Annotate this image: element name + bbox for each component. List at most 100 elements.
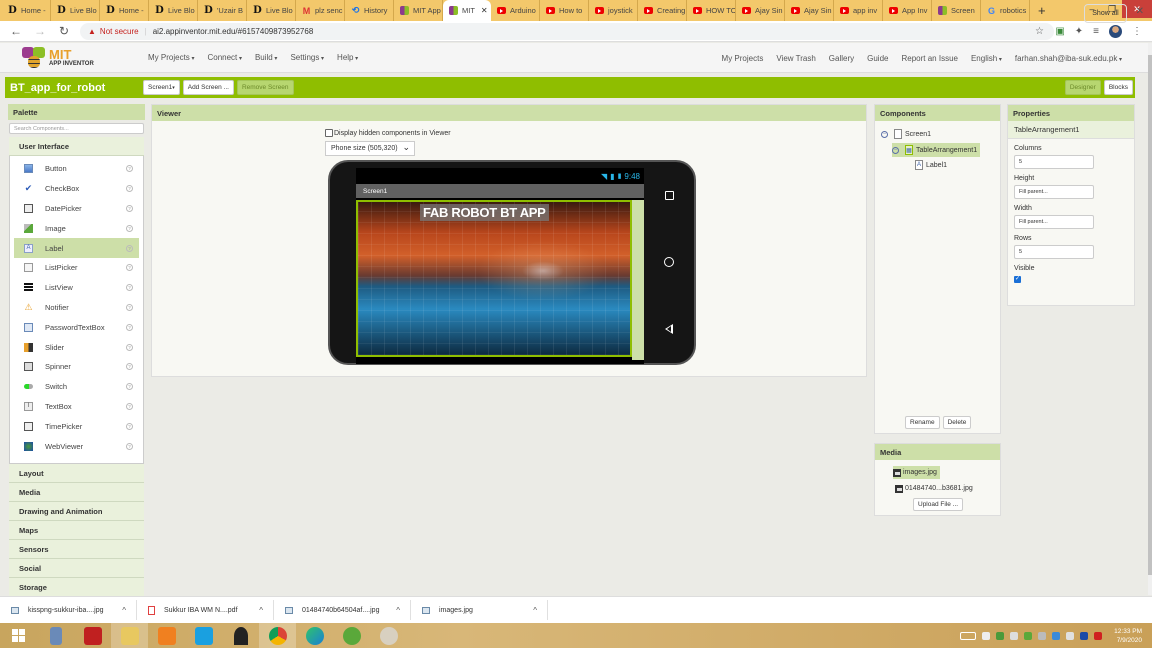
antivirus-icon[interactable] <box>1094 631 1103 640</box>
palette-item-checkbox[interactable]: ✔ CheckBox? <box>14 179 139 199</box>
palette-item-textbox[interactable]: I TextBox? <box>14 397 139 417</box>
utorrent-tray-icon[interactable] <box>1024 631 1033 640</box>
tree-node-tablearrangement1[interactable]: − ▦ TableArrangement1 <box>892 143 981 157</box>
browser-tab[interactable]: D Home - <box>100 0 149 21</box>
bluetooth-icon[interactable] <box>1080 631 1089 640</box>
palette-item-switch[interactable]: Switch? <box>14 377 139 397</box>
palette-item-notifier[interactable]: ⚠ Notifier? <box>14 298 139 318</box>
browser-tab[interactable]: joystick <box>589 0 638 21</box>
category-social[interactable]: Social <box>9 559 144 578</box>
browser-tab[interactable]: Screen <box>932 0 981 21</box>
height-input[interactable]: Fill parent... <box>1014 185 1094 199</box>
columns-input[interactable]: 5 <box>1014 155 1094 169</box>
menu-help[interactable]: Help <box>337 53 358 62</box>
collapse-icon[interactable]: − <box>881 130 888 138</box>
help-icon[interactable]: ? <box>126 244 133 252</box>
download-item[interactable]: Sukkur IBA WM N....pdf ^ <box>137 600 274 620</box>
taskbar-utorrent[interactable] <box>333 623 370 648</box>
help-icon[interactable]: ? <box>126 442 133 450</box>
url-input[interactable]: ▲ Not secure | ai2.appinventor.mit.edu/#… <box>80 22 1054 40</box>
browser-tab[interactable]: Arduino <box>491 0 540 21</box>
rows-input[interactable]: 5 <box>1014 245 1094 259</box>
menu-build[interactable]: Build <box>255 53 277 62</box>
reload-button[interactable]: ↻ <box>56 24 72 38</box>
taskbar-solidworks[interactable] <box>74 623 111 648</box>
palette-item-listview[interactable]: ListView? <box>14 278 139 298</box>
taskbar-calculator[interactable] <box>37 623 74 648</box>
show-all-button[interactable]: Show all <box>1084 4 1127 23</box>
new-tab-button[interactable]: + <box>1038 3 1046 18</box>
profile-avatar[interactable] <box>1109 24 1122 38</box>
add-screen-button[interactable]: Add Screen ... <box>182 80 234 95</box>
tray-app-icon[interactable] <box>1038 631 1047 640</box>
link-my-projects[interactable]: My Projects <box>722 54 764 63</box>
browser-tab[interactable]: Ajay Sin <box>785 0 834 21</box>
category-drawing-and-animation[interactable]: Drawing and Animation <box>9 502 144 521</box>
download-item[interactable]: kisspng-sukkur-iba....jpg ^ <box>0 600 137 620</box>
palette-item-webviewer[interactable]: WebViewer? <box>14 436 139 456</box>
help-icon[interactable]: ? <box>126 204 133 212</box>
menu-settings[interactable]: Settings <box>290 53 324 62</box>
security-label[interactable]: Not secure <box>100 27 139 36</box>
browser-tab[interactable]: D Live Blo <box>247 0 296 21</box>
link-view-trash[interactable]: View Trash <box>776 54 815 63</box>
browser-tab[interactable]: Ajay Sin <box>736 0 785 21</box>
reading-list-icon[interactable]: ≡ <box>1093 26 1099 37</box>
width-input[interactable]: Fill parent... <box>1014 215 1094 229</box>
action-center-flag-icon[interactable] <box>1066 631 1075 640</box>
account-menu[interactable]: farhan.shah@iba-suk.edu.pk <box>1015 54 1122 63</box>
download-item[interactable]: images.jpg ^ <box>411 600 548 620</box>
media-file-images-jpg[interactable]: images.jpg <box>893 466 940 479</box>
wifi-off-icon[interactable] <box>1010 631 1019 640</box>
extension-icon[interactable]: ▣ <box>1055 26 1064 37</box>
taskbar-paint[interactable] <box>370 623 407 648</box>
browser-tab[interactable]: Grobotics <box>981 0 1030 21</box>
forward-button[interactable]: → <box>32 24 48 38</box>
browser-tab[interactable]: D Live Blo <box>51 0 100 21</box>
link-gallery[interactable]: Gallery <box>829 54 854 63</box>
taskbar-inkscape[interactable] <box>222 623 259 648</box>
page-scrollbar[interactable] <box>1148 43 1152 595</box>
chevron-up-icon[interactable]: ^ <box>122 606 126 615</box>
palette-item-label[interactable]: A Label? <box>14 238 139 258</box>
tree-node-label1[interactable]: A Label1 <box>915 158 947 172</box>
taskbar-file-explorer[interactable] <box>111 623 148 648</box>
palette-item-passwordtextbox[interactable]: PasswordTextBox? <box>14 317 139 337</box>
extensions-puzzle-icon[interactable]: ✦ <box>1075 26 1083 37</box>
chevron-up-icon[interactable]: ^ <box>533 606 537 615</box>
media-file-01484740[interactable]: 01484740...b3681.jpg <box>895 482 973 495</box>
help-icon[interactable]: ? <box>126 185 133 193</box>
category-storage[interactable]: Storage <box>9 578 144 597</box>
browser-tab[interactable]: Mplz senc <box>296 0 345 21</box>
palette-item-listpicker[interactable]: ListPicker? <box>14 258 139 278</box>
browser-tab[interactable]: App Inv <box>883 0 932 21</box>
browser-tab[interactable]: app inv <box>834 0 883 21</box>
category-maps[interactable]: Maps <box>9 521 144 540</box>
blocks-button[interactable]: Blocks <box>1103 80 1133 95</box>
tray-app-blue-icon[interactable] <box>1052 631 1061 640</box>
link-guide[interactable]: Guide <box>867 54 888 63</box>
table-arrangement-background[interactable]: FAB ROBOT BT APP <box>356 200 632 357</box>
remove-screen-button[interactable]: Remove Screen <box>236 80 294 95</box>
back-button[interactable]: ← <box>8 24 24 38</box>
category-layout[interactable]: Layout <box>9 464 144 483</box>
help-icon[interactable]: ? <box>126 224 133 232</box>
network-app-icon[interactable] <box>996 631 1005 640</box>
palette-item-slider[interactable]: Slider? <box>14 337 139 357</box>
help-icon[interactable]: ? <box>126 402 133 410</box>
palette-item-spinner[interactable]: Spinner? <box>14 357 139 377</box>
checkbox-icon[interactable] <box>325 129 333 137</box>
category-sensors[interactable]: Sensors <box>9 540 144 559</box>
palette-item-datepicker[interactable]: DatePicker? <box>14 199 139 219</box>
palette-item-image[interactable]: Image? <box>14 218 139 238</box>
clock[interactable]: 12:33 PM 7/9/2020 <box>1114 627 1142 645</box>
visible-checkbox[interactable]: ✓ <box>1014 276 1021 283</box>
help-icon[interactable]: ? <box>126 363 133 371</box>
browser-tab[interactable]: MIT App <box>394 0 443 21</box>
palette-item-button[interactable]: Button? <box>14 159 139 179</box>
taskbar-chrome[interactable] <box>259 623 296 648</box>
browser-tab[interactable]: Creating <box>638 0 687 21</box>
search-components-input[interactable]: Search Components... <box>9 123 144 134</box>
browser-tab[interactable]: How to <box>540 0 589 21</box>
help-icon[interactable]: ? <box>126 343 133 351</box>
